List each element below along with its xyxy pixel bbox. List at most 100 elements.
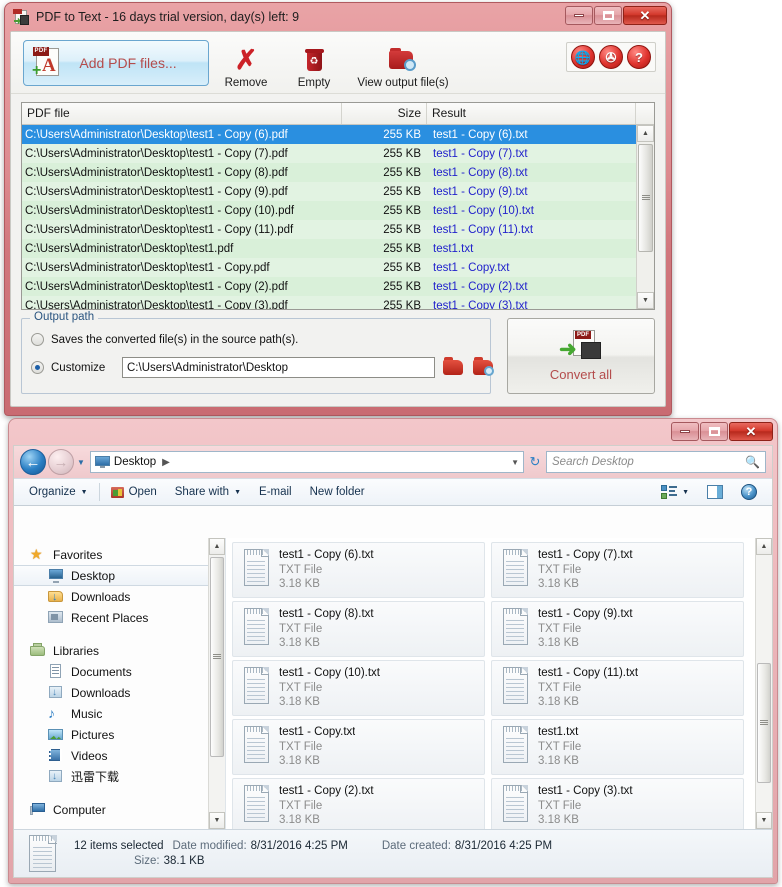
- pdf-list-row[interactable]: C:\Users\Administrator\Desktop\test1 - C…: [22, 182, 636, 201]
- pdf-result-file[interactable]: test1 - Copy (2).txt: [427, 281, 636, 293]
- change-view-button[interactable]: ▼: [652, 482, 698, 502]
- back-button[interactable]: ←: [20, 449, 46, 475]
- file-tile[interactable]: test1 - Copy (10).txt TXT File 3.18 KB: [232, 660, 485, 716]
- pdf-result-file[interactable]: test1 - Copy (7).txt: [427, 148, 636, 160]
- explorer-maximize-button[interactable]: [700, 422, 728, 441]
- file-tile[interactable]: test1.txt TXT File 3.18 KB: [491, 719, 744, 775]
- scroll-up-arrow[interactable]: ▲: [637, 125, 654, 142]
- help-question-icon[interactable]: ?: [627, 45, 651, 69]
- preview-pane-button[interactable]: [698, 482, 732, 502]
- sidebar-item-documents[interactable]: Documents: [14, 661, 225, 682]
- explorer-titlebar[interactable]: ✕: [9, 419, 777, 445]
- open-output-folder-icon[interactable]: [472, 357, 496, 378]
- convert-all-button[interactable]: PDF ➜ Convert all: [507, 318, 655, 394]
- scroll-down-arrow[interactable]: ▼: [637, 292, 654, 309]
- nav-group-computer[interactable]: Computer: [14, 799, 225, 820]
- pdf-list-row[interactable]: C:\Users\Administrator\Desktop\test1 - C…: [22, 296, 636, 309]
- refresh-icon[interactable]: ↻: [524, 451, 546, 473]
- pdf-result-file[interactable]: test1 - Copy.txt: [427, 262, 636, 274]
- radio-customize-path[interactable]: Customize: [31, 361, 105, 374]
- sidebar-item-downloads[interactable]: ↓ Downloads: [14, 586, 225, 607]
- file-tile[interactable]: test1 - Copy (2).txt TXT File 3.18 KB: [232, 778, 485, 829]
- pdf-list-row[interactable]: C:\Users\Administrator\Desktop\test1 - C…: [22, 125, 636, 144]
- pdf-list-row[interactable]: C:\Users\Administrator\Desktop\test1 - C…: [22, 201, 636, 220]
- pdf-list-scrollbar[interactable]: ▲ ▼: [636, 125, 654, 309]
- forward-button[interactable]: →: [48, 449, 74, 475]
- nav-scroll-up-arrow[interactable]: ▲: [209, 538, 225, 555]
- navigation-scrollbar[interactable]: ▲ ▼: [208, 538, 225, 829]
- sidebar-item-pictures[interactable]: Pictures: [14, 724, 225, 745]
- nav-scrollbar-thumb[interactable]: [210, 557, 224, 757]
- column-header-result[interactable]: Result: [427, 103, 636, 124]
- radio-customize-indicator: [31, 361, 44, 374]
- breadcrumb-separator-icon[interactable]: ▶: [162, 457, 170, 468]
- website-globe-icon[interactable]: 🌐: [571, 45, 595, 69]
- pdf-result-file[interactable]: test1 - Copy (10).txt: [427, 205, 636, 217]
- pdf-window-titlebar[interactable]: PDF to Text - 16 days trial version, day…: [5, 3, 671, 31]
- output-path-input[interactable]: [122, 357, 435, 378]
- pdf-result-file[interactable]: test1 - Copy (8).txt: [427, 167, 636, 179]
- pdf-list-row[interactable]: C:\Users\Administrator\Desktop\test1 - C…: [22, 220, 636, 239]
- minimize-button[interactable]: [565, 6, 593, 25]
- close-button[interactable]: ✕: [623, 6, 667, 25]
- empty-button[interactable]: ♻ Empty: [283, 37, 345, 89]
- pdf-result-file[interactable]: test1 - Copy (9).txt: [427, 186, 636, 198]
- breadcrumb-location[interactable]: Desktop: [114, 456, 156, 468]
- pdf-file-list[interactable]: PDF file Size Result C:\Users\Administra…: [21, 102, 655, 310]
- organize-button[interactable]: Organize ▼: [20, 483, 97, 501]
- file-name: test1 - Copy (6).txt: [279, 549, 374, 561]
- explorer-close-button[interactable]: ✕: [729, 422, 773, 441]
- files-scrollbar-thumb[interactable]: [757, 663, 771, 783]
- add-pdf-files-button[interactable]: PDF A + Add PDF files...: [23, 39, 209, 86]
- chevron-down-icon: ▼: [80, 488, 88, 496]
- explorer-minimize-button[interactable]: [671, 422, 699, 441]
- pdf-result-file[interactable]: test1.txt: [427, 243, 636, 255]
- open-button[interactable]: Open: [102, 482, 166, 502]
- help-button[interactable]: ?: [732, 481, 766, 503]
- column-header-size[interactable]: Size: [342, 103, 427, 124]
- recent-locations-dropdown-icon[interactable]: ▼: [77, 458, 85, 467]
- maximize-button[interactable]: [594, 6, 622, 25]
- sidebar-item-迅雷下载[interactable]: ↓ 迅雷下载: [14, 766, 225, 787]
- file-tile[interactable]: test1 - Copy (7).txt TXT File 3.18 KB: [491, 542, 744, 598]
- email-button[interactable]: E-mail: [250, 483, 301, 501]
- sidebar-item-music[interactable]: ♪ Music: [14, 703, 225, 724]
- file-tile[interactable]: test1 - Copy (8).txt TXT File 3.18 KB: [232, 601, 485, 657]
- file-tile[interactable]: test1 - Copy.txt TXT File 3.18 KB: [232, 719, 485, 775]
- nav-group-libraries[interactable]: Libraries: [14, 640, 225, 661]
- file-tile[interactable]: test1 - Copy (3).txt TXT File 3.18 KB: [491, 778, 744, 829]
- register-key-icon[interactable]: ✇: [599, 45, 623, 69]
- pdf-result-file[interactable]: test1 - Copy (6).txt: [427, 129, 636, 141]
- pdf-list-row[interactable]: C:\Users\Administrator\Desktop\test1.pdf…: [22, 239, 636, 258]
- files-scroll-down-arrow[interactable]: ▼: [756, 812, 772, 829]
- column-header-pdf-file[interactable]: PDF file: [22, 103, 342, 124]
- file-tile[interactable]: test1 - Copy (11).txt TXT File 3.18 KB: [491, 660, 744, 716]
- pdf-list-row[interactable]: C:\Users\Administrator\Desktop\test1 - C…: [22, 258, 636, 277]
- share-with-button[interactable]: Share with ▼: [166, 483, 250, 501]
- sidebar-item-desktop[interactable]: Desktop: [14, 565, 225, 586]
- file-tile[interactable]: test1 - Copy (6).txt TXT File 3.18 KB: [232, 542, 485, 598]
- nav-group-favorites[interactable]: ★ Favorites: [14, 544, 225, 565]
- browse-folder-icon[interactable]: [442, 357, 466, 378]
- sidebar-item-label: 迅雷下载: [71, 770, 120, 784]
- nav-scroll-down-arrow[interactable]: ▼: [209, 812, 225, 829]
- pdf-list-row[interactable]: C:\Users\Administrator\Desktop\test1 - C…: [22, 163, 636, 182]
- pdf-result-file[interactable]: test1 - Copy (3).txt: [427, 300, 636, 310]
- new-folder-button[interactable]: New folder: [301, 483, 374, 501]
- file-tile[interactable]: test1 - Copy (9).txt TXT File 3.18 KB: [491, 601, 744, 657]
- remove-button[interactable]: ✗ Remove: [215, 37, 277, 89]
- files-scrollbar[interactable]: ▲ ▼: [755, 538, 772, 829]
- radio-save-in-source-path[interactable]: Saves the converted file(s) in the sourc…: [31, 333, 298, 346]
- sidebar-item-videos[interactable]: Videos: [14, 745, 225, 766]
- view-output-files-button[interactable]: View output file(s): [351, 37, 455, 89]
- address-dropdown-icon[interactable]: ▼: [511, 458, 519, 467]
- pdf-result-file[interactable]: test1 - Copy (11).txt: [427, 224, 636, 236]
- search-input[interactable]: Search Desktop 🔍: [546, 451, 766, 473]
- pdf-list-row[interactable]: C:\Users\Administrator\Desktop\test1 - C…: [22, 277, 636, 296]
- scrollbar-thumb[interactable]: [638, 144, 653, 252]
- sidebar-item-downloads[interactable]: ↓ Downloads: [14, 682, 225, 703]
- address-breadcrumb-field[interactable]: Desktop ▶ ▼: [89, 451, 524, 473]
- sidebar-item-recent-places[interactable]: Recent Places: [14, 607, 225, 628]
- pdf-list-row[interactable]: C:\Users\Administrator\Desktop\test1 - C…: [22, 144, 636, 163]
- files-scroll-up-arrow[interactable]: ▲: [756, 538, 772, 555]
